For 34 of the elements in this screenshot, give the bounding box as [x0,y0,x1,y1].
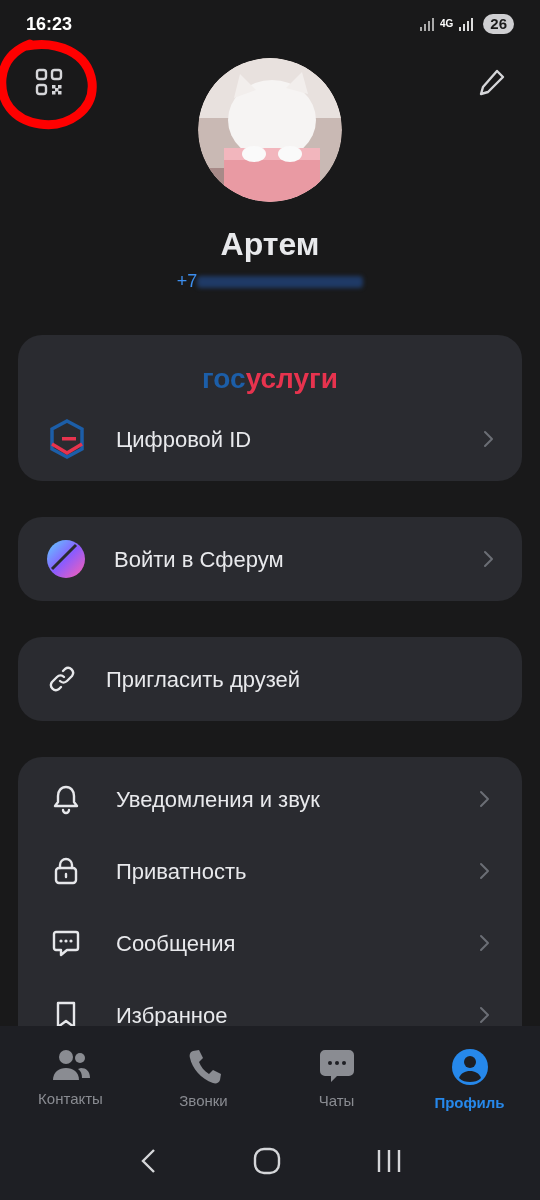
sferum-logo-icon [46,539,86,579]
sferum-button[interactable]: Войти в Сферум [18,517,522,601]
settings-row[interactable]: Приватность [18,835,522,907]
tab[interactable]: Чаты [276,1048,397,1115]
chevron-icon [478,861,490,881]
people-icon [50,1048,91,1082]
chat-bubble-icon [318,1048,355,1084]
digital-id-row[interactable]: Цифровой ID [18,397,522,481]
tab[interactable]: Профиль [409,1048,530,1115]
chevron-icon [482,429,494,449]
qr-code-icon [34,67,64,97]
signal-icon [459,17,474,31]
tab[interactable]: Звонки [143,1048,264,1115]
settings-row[interactable]: Сообщения [18,907,522,979]
phone-number: +7 [176,270,198,293]
chevron-icon [478,789,490,809]
home-button[interactable] [253,1146,281,1175]
profile-icon [450,1048,489,1086]
chevron-icon [478,1005,490,1025]
pencil-icon [477,67,507,97]
recent-apps-button[interactable] [376,1147,403,1174]
tab[interactable]: Контакты [10,1048,131,1115]
signal-icon [419,17,434,31]
battery-indicator: 26 [483,14,514,34]
settings-row[interactable]: Уведомления и звук [18,763,522,835]
gosuslugi-wordmark: госуслуги [202,362,338,396]
recent-apps-icon [376,1147,403,1174]
profile-name: Артем [220,225,320,264]
network-label: 4G [439,19,454,29]
home-icon [253,1146,281,1175]
chevron-icon [478,933,490,953]
status-time: 16:23 [26,12,73,36]
chevron-icon [482,549,494,569]
invite-friends-button[interactable]: Пригласить друзей [18,637,522,721]
